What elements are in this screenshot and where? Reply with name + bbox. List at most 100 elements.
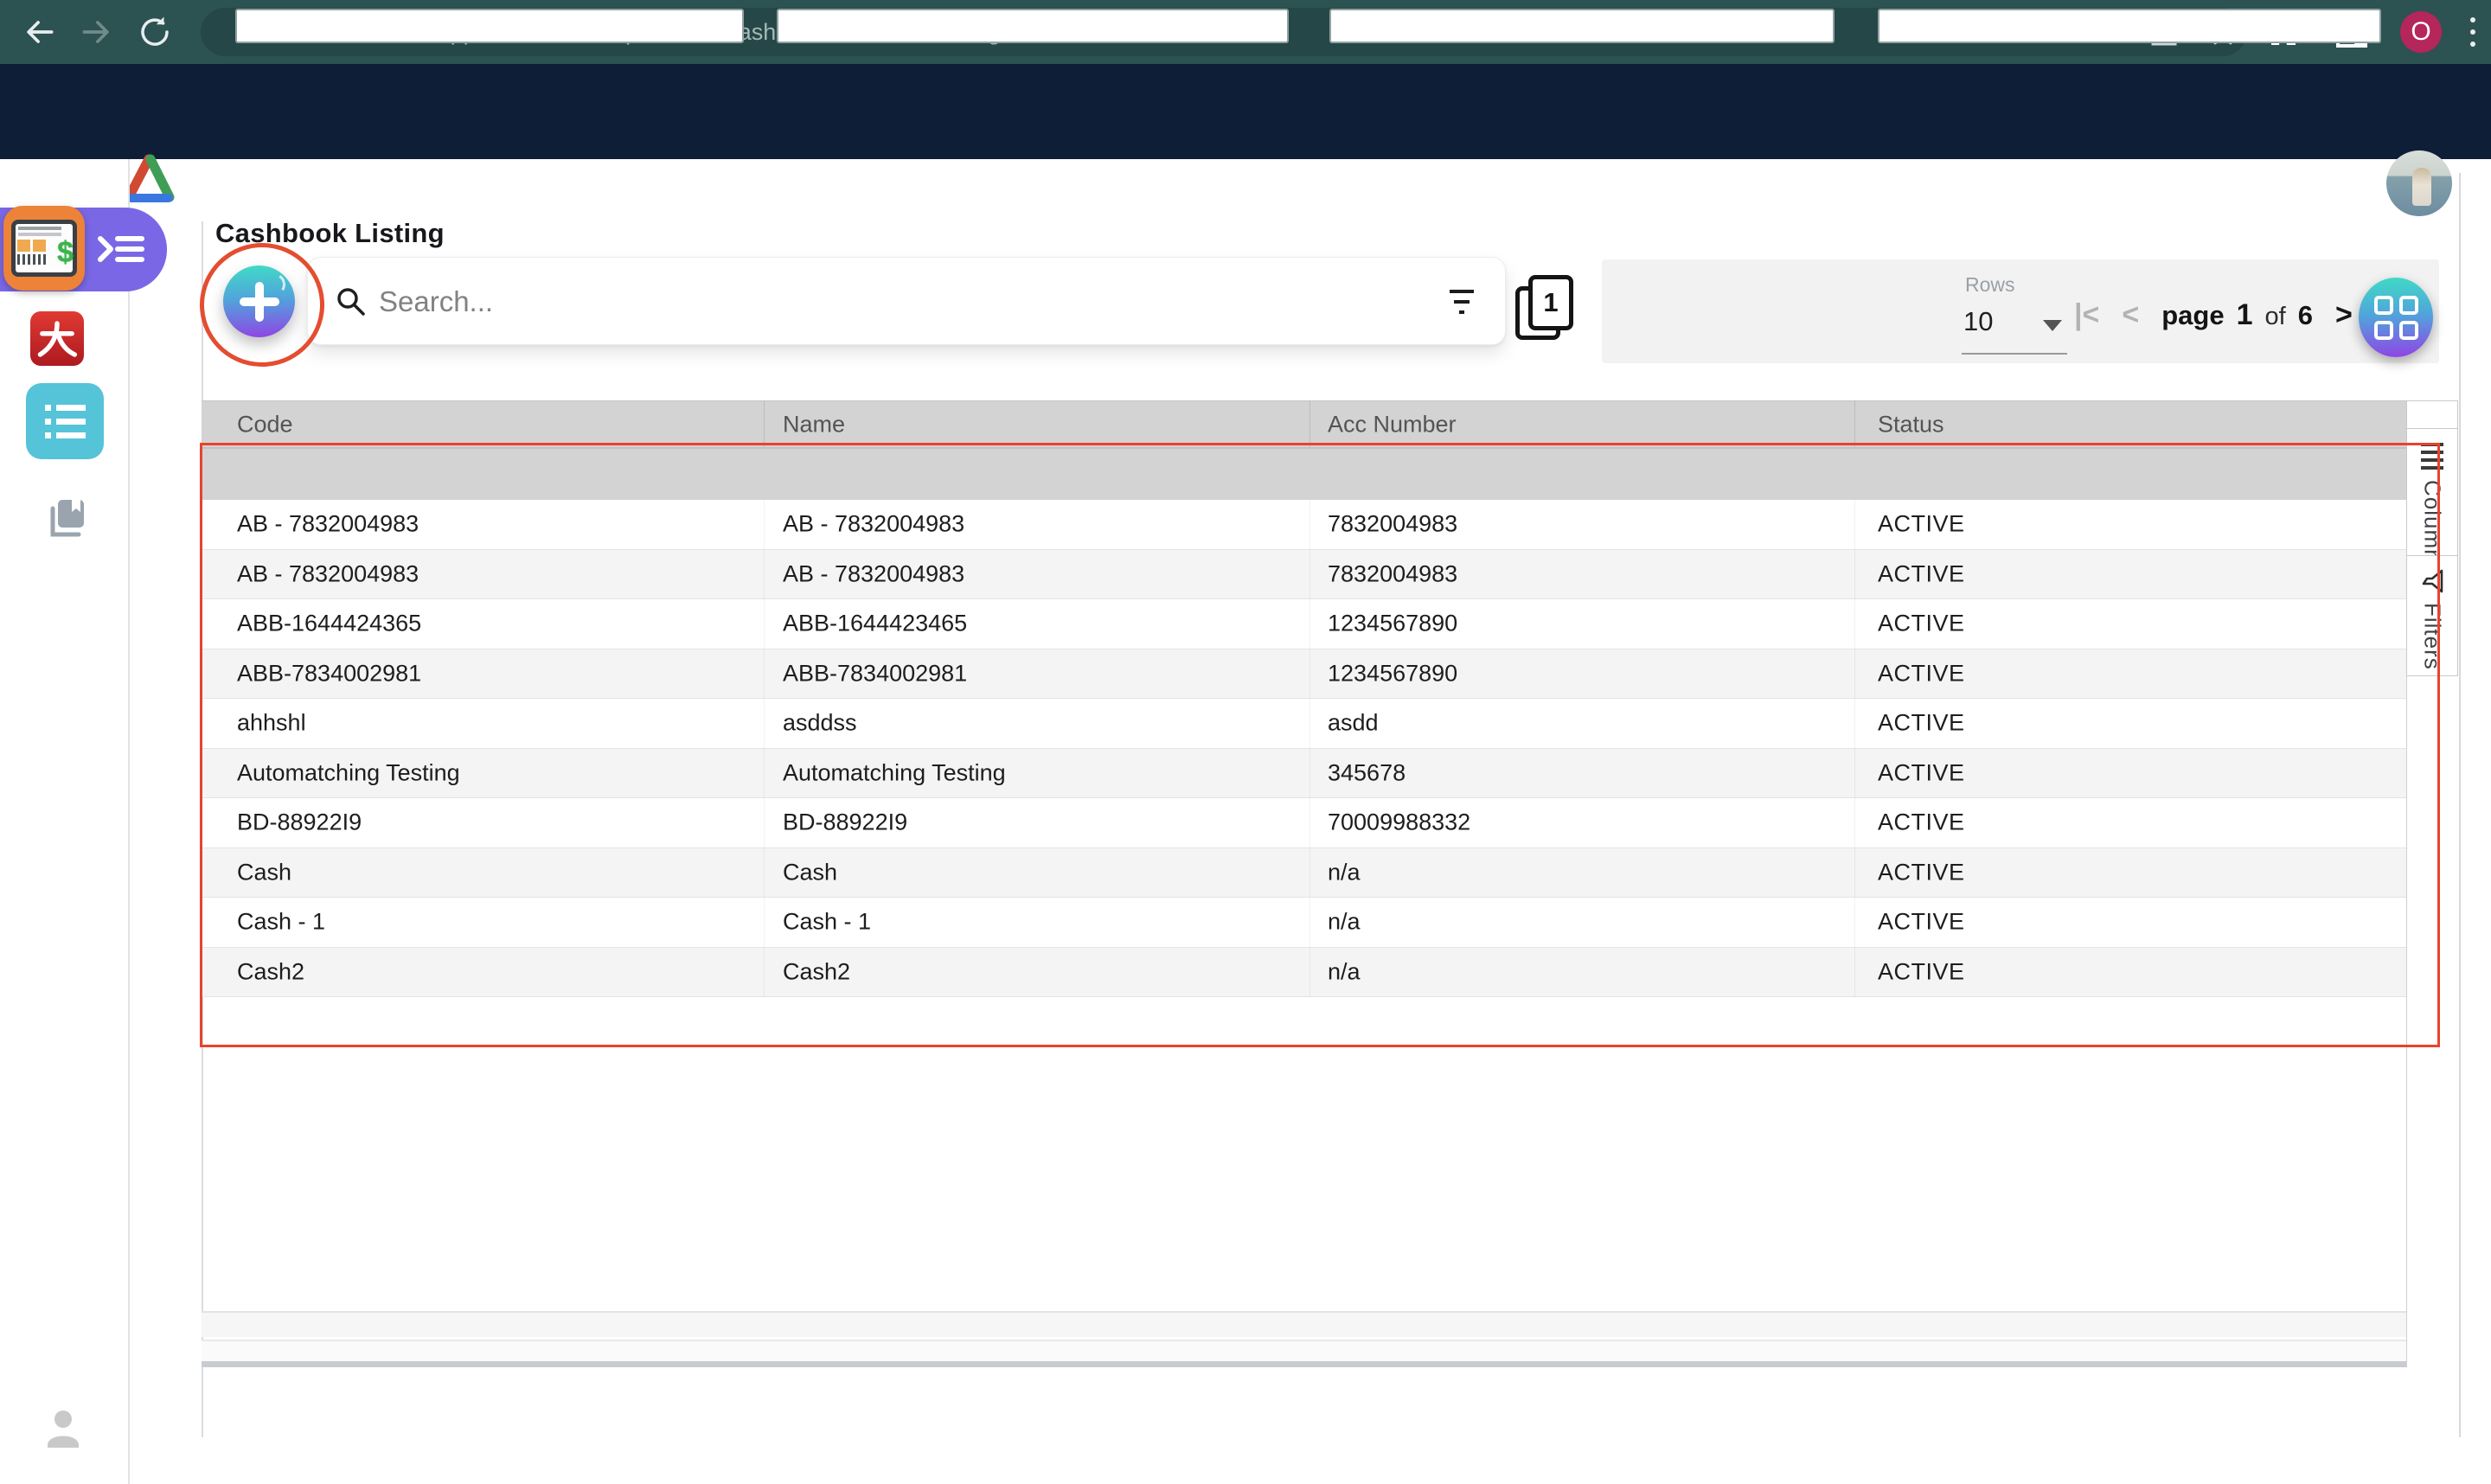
tab-filters[interactable]: Filters	[2406, 555, 2458, 676]
list-icon	[44, 404, 86, 438]
table-row[interactable]: Cash Cash n/a ACTIVE	[202, 848, 2406, 898]
column-header-name[interactable]: Name	[783, 411, 845, 438]
next-page-button[interactable]: >	[2335, 298, 2353, 332]
cell-status: ACTIVE	[1878, 859, 1965, 886]
avatar-photo	[2412, 168, 2431, 206]
column-header-code[interactable]: Code	[237, 411, 293, 438]
horizontal-scrollbar[interactable]	[202, 1361, 2406, 1367]
person-icon	[48, 1410, 79, 1448]
sidebar-item-red-applet[interactable]	[30, 311, 84, 366]
cell-status: ACTIVE	[1878, 510, 1965, 537]
sidebar-footer-account[interactable]	[42, 1406, 84, 1452]
reload-icon	[141, 16, 169, 46]
table-header: Code Name Acc Number Status	[202, 400, 2406, 447]
cell-acc-number: n/a	[1328, 958, 1361, 985]
sidebar-item-listing-applet[interactable]	[26, 383, 104, 459]
cell-status: ACTIVE	[1878, 958, 1965, 985]
page-word: page	[2161, 299, 2225, 330]
table-filter-row	[202, 447, 2406, 500]
book-copy-icon	[50, 500, 84, 537]
cell-status: ACTIVE	[1878, 809, 1965, 835]
user-avatar[interactable]	[2386, 150, 2452, 216]
search-input[interactable]	[377, 273, 1401, 330]
column-divider	[1854, 500, 1855, 997]
single-page-view-button[interactable]: 1	[1515, 275, 1573, 340]
cell-status: ACTIVE	[1878, 560, 1965, 587]
table-row[interactable]: AB - 7832004983 AB - 7832004983 78320049…	[202, 549, 2406, 599]
current-page: 1	[2236, 297, 2253, 331]
total-pages: 6	[2297, 299, 2313, 330]
browser-back-button[interactable]	[18, 11, 60, 53]
add-cashbook-button[interactable]	[223, 265, 295, 337]
table-row[interactable]: Cash2 Cash2 n/a ACTIVE	[202, 947, 2406, 997]
sidebar-item-cashbook-applet[interactable]: $	[3, 206, 85, 291]
forward-icon	[82, 21, 109, 43]
cell-name: Cash2	[783, 958, 851, 985]
back-icon	[27, 21, 54, 43]
cell-acc-number: asdd	[1328, 709, 1379, 736]
cell-acc-number: n/a	[1328, 859, 1361, 886]
pagination-controls: |< < page 1 of 6 > >|	[2074, 291, 2400, 339]
column-divider	[764, 500, 765, 997]
table-row[interactable]: ABB-1644424365 ABB-1644423465 1234567890…	[202, 599, 2406, 649]
browser-reload-button[interactable]	[134, 11, 176, 53]
table-row[interactable]: ABB-7834002981 ABB-7834002981 1234567890…	[202, 649, 2406, 699]
cell-code: AB - 7832004983	[237, 510, 419, 537]
browser-menu-button[interactable]	[2460, 11, 2486, 53]
cell-name: asddss	[783, 709, 857, 736]
funnel-icon	[2422, 569, 2443, 593]
side-tab-spacer	[2406, 400, 2458, 429]
search-icon	[334, 285, 368, 323]
columns-icon	[2421, 443, 2443, 470]
cell-acc-number: 345678	[1328, 759, 1406, 786]
column-header-status[interactable]: Status	[1878, 411, 1944, 438]
name-filter-input[interactable]	[777, 9, 1289, 43]
acc-filter-input[interactable]	[1329, 9, 1835, 43]
code-filter-input[interactable]	[235, 9, 744, 43]
status-filter-input[interactable]	[1878, 9, 2381, 43]
tab-columns[interactable]: Columns	[2406, 428, 2458, 575]
table-row[interactable]: ahhshl asddss asdd ACTIVE	[202, 699, 2406, 749]
browser-profile-avatar[interactable]: O	[2400, 11, 2442, 53]
cell-code: Cash - 1	[237, 908, 326, 935]
search-filter-button[interactable]	[1443, 284, 1481, 320]
rows-per-page-value: 10	[1963, 306, 1994, 336]
first-page-button[interactable]: |<	[2074, 298, 2099, 332]
rows-per-page-select[interactable]: 10	[1962, 304, 2067, 355]
table-row[interactable]: Cash - 1 Cash - 1 n/a ACTIVE	[202, 898, 2406, 948]
profile-initial: O	[2411, 17, 2431, 46]
brand-name: akaun	[177, 152, 299, 201]
cell-name: AB - 7832004983	[783, 510, 965, 537]
table-row[interactable]: BD-88922I9 BD-88922I9 70009988332 ACTIVE	[202, 798, 2406, 848]
page-title: Cashbook Listing	[215, 218, 445, 248]
cell-status: ACTIVE	[1878, 908, 1965, 935]
cell-name: ABB-7834002981	[783, 660, 968, 687]
sidebar-item-library[interactable]	[46, 498, 87, 542]
tab-filters-label: Filters	[2419, 603, 2446, 670]
page-indicator: page 1 of 6	[2161, 298, 2313, 332]
cell-code: BD-88922I9	[237, 809, 362, 835]
browser-forward-button[interactable]	[76, 11, 118, 53]
cell-name: AB - 7832004983	[783, 560, 965, 587]
column-header-acc[interactable]: Acc Number	[1328, 411, 1457, 438]
page-one-icon: 1	[1528, 275, 1573, 330]
table-footer-strip	[202, 1340, 2406, 1361]
filter-lines-icon	[1450, 290, 1474, 293]
cell-acc-number: 70009988332	[1328, 809, 1471, 835]
cell-code: ABB-7834002981	[237, 660, 422, 687]
grid-view-button[interactable]	[2359, 278, 2433, 357]
cell-acc-number: 1234567890	[1328, 610, 1458, 636]
cell-name: Automatching Testing	[783, 759, 1006, 786]
screen: akaun.cloud/#/applets/wavelet/erp/financ…	[0, 0, 2491, 1484]
cell-acc-number: 1234567890	[1328, 660, 1458, 687]
prev-page-button[interactable]: <	[2122, 298, 2139, 332]
cell-name: Cash - 1	[783, 908, 872, 935]
cell-code: ABB-1644424365	[237, 610, 422, 636]
cell-acc-number: n/a	[1328, 908, 1361, 935]
cell-code: AB - 7832004983	[237, 560, 419, 587]
cell-status: ACTIVE	[1878, 759, 1965, 786]
table-row[interactable]: Automatching Testing Automatching Testin…	[202, 748, 2406, 798]
table-body: AB - 7832004983 AB - 7832004983 78320049…	[202, 500, 2406, 997]
cell-code: Cash	[237, 859, 292, 886]
table-row[interactable]: AB - 7832004983 AB - 7832004983 78320049…	[202, 500, 2406, 550]
